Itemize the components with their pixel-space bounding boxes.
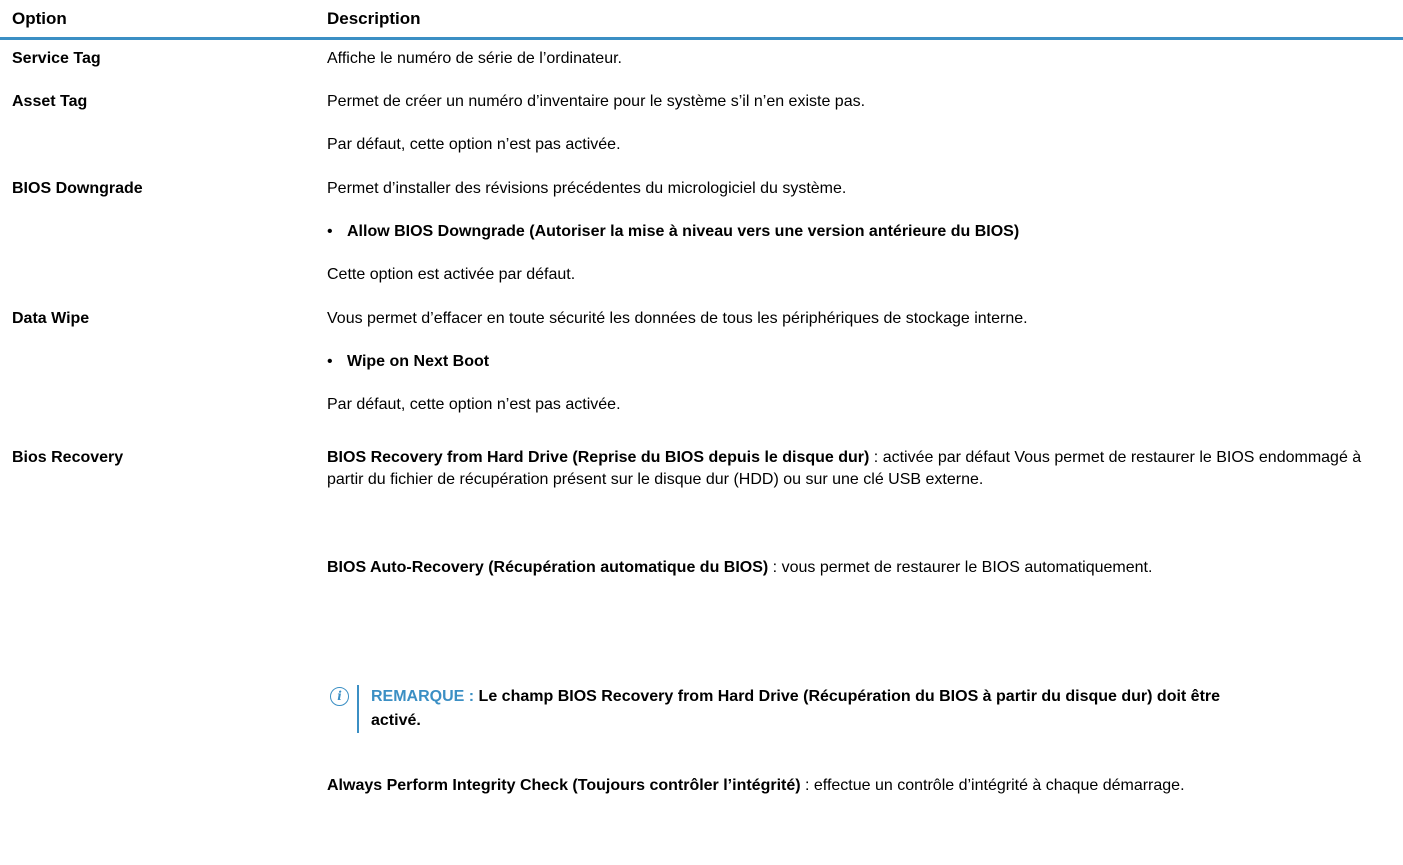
note-label: REMARQUE :	[371, 688, 475, 705]
bios-auto-recovery-title: BIOS Auto-Recovery (Récupération automat…	[327, 559, 769, 576]
bullet-text: Wipe on Next Boot	[347, 353, 490, 370]
option-data-wipe: Data Wipe	[12, 310, 90, 327]
default-bios-downgrade: Cette option est activée par défaut.	[327, 266, 576, 283]
table-header: Option Description	[0, 0, 1403, 40]
header-option: Option	[12, 9, 67, 28]
note-divider	[357, 685, 359, 733]
desc-integrity-check: Always Perform Integrity Check (Toujours…	[327, 775, 1387, 797]
bullet-bios-downgrade: • Allow BIOS Downgrade (Autoriser la mise…	[327, 221, 1019, 243]
desc-service-tag: Affiche le numéro de série de l’ordinate…	[327, 50, 622, 67]
desc-bios-recovery-hdd: BIOS Recovery from Hard Drive (Reprise d…	[327, 447, 1387, 491]
option-bios-recovery: Bios Recovery	[12, 449, 124, 466]
info-icon: i	[330, 687, 349, 706]
desc-data-wipe: Vous permet d’effacer en toute sécurité …	[327, 310, 1028, 327]
bios-recovery-hdd-title: BIOS Recovery from Hard Drive (Reprise d…	[327, 449, 870, 466]
note-text: REMARQUE : Le champ BIOS Recovery from H…	[371, 685, 1271, 733]
default-data-wipe: Par défaut, cette option n’est pas activ…	[327, 396, 621, 413]
header-description: Description	[327, 9, 421, 28]
desc-bios-downgrade: Permet d’installer des révisions précéde…	[327, 180, 847, 197]
option-bios-downgrade: BIOS Downgrade	[12, 180, 143, 197]
desc-bios-auto-recovery: BIOS Auto-Recovery (Récupération automat…	[327, 557, 1387, 579]
note-body: Le champ BIOS Recovery from Hard Drive (…	[371, 688, 1221, 729]
bios-options-table: Option Description Service Tag Affiche l…	[0, 0, 1403, 865]
bios-auto-recovery-text: : vous permet de restaurer le BIOS autom…	[768, 559, 1153, 576]
default-asset-tag: Par défaut, cette option n’est pas activ…	[327, 136, 621, 153]
bullet-symbol: •	[327, 353, 333, 370]
bullet-symbol: •	[327, 223, 333, 240]
bullet-text: Allow BIOS Downgrade (Autoriser la mise …	[347, 223, 1020, 240]
bullet-data-wipe: • Wipe on Next Boot	[327, 351, 489, 373]
option-service-tag: Service Tag	[12, 50, 101, 67]
option-asset-tag: Asset Tag	[12, 93, 88, 110]
desc-asset-tag: Permet de créer un numéro d’inventaire p…	[327, 93, 866, 110]
integrity-check-title: Always Perform Integrity Check (Toujours…	[327, 777, 801, 794]
integrity-check-text: : effectue un contrôle d’intégrité à cha…	[800, 777, 1185, 794]
